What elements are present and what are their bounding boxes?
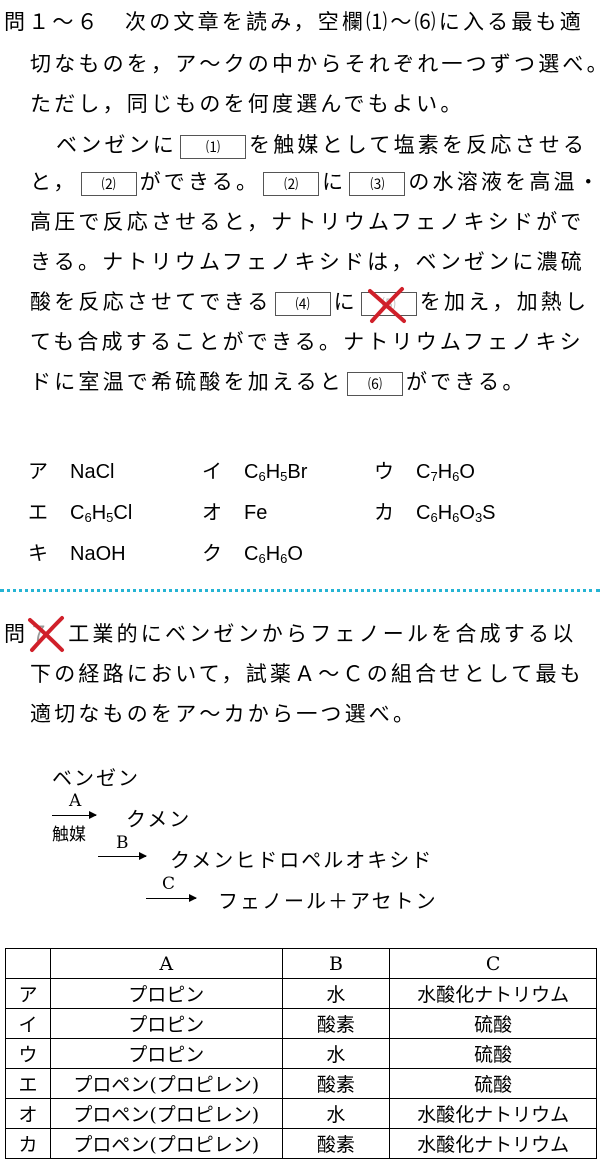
choice-item: ウ C7H6O xyxy=(374,455,475,484)
passage-line-1: ベンゼンに ⑴ を触媒として塩素を反応させる xyxy=(56,133,588,159)
choice-formula: NaCl xyxy=(70,461,115,483)
choice-key: ア xyxy=(28,459,48,483)
answer-table: A B C アプロピン水水酸化ナトリウムイプロピン 酸素 硫酸ウプロピン水硫酸エプロペン(… xyxy=(5,948,597,1159)
choice-formula: C6H5Br xyxy=(244,461,308,484)
passage-line-4: きる。ナトリウムフェノキシドは，ベンゼンに濃硫 xyxy=(30,250,585,274)
choice-item: ク C6H6O xyxy=(202,537,303,566)
passage-line-2: と， ⑵ ができる。 ⑵ に ⑶ の水溶液を高温・ xyxy=(30,170,600,196)
table-row: カプロペン(プロピレン) 酸素 水酸化ナトリウム xyxy=(5,1128,597,1159)
q1-line-2: 切なものを，ア～クの中からそれぞれ一つずつ選べ。 xyxy=(30,52,600,76)
table-header-cell: A xyxy=(49,948,283,979)
choice-key: オ xyxy=(202,500,222,524)
catalyst-label: 触媒 xyxy=(52,825,86,845)
reagent-a-label: A xyxy=(69,791,82,811)
arrow-a xyxy=(52,811,97,819)
blank-1[interactable]: ⑴ xyxy=(180,134,246,159)
arrow-c xyxy=(146,894,197,902)
scheme-cumene: クメン xyxy=(126,807,192,831)
table-cell: 水 xyxy=(281,1038,391,1069)
table-cell: プロピン xyxy=(49,1038,283,1069)
choice-formula: C6H5Cl xyxy=(70,502,133,525)
blank-5[interactable]: ⑸ xyxy=(360,286,417,323)
table-cell: 硫酸 xyxy=(389,1038,597,1069)
blank-4[interactable]: ⑷ xyxy=(274,291,331,316)
choice-item: イ C6H5Br xyxy=(202,455,307,484)
table-cell: プロピン xyxy=(49,1008,283,1039)
passage-line-3: 高圧で反応させると，ナトリウムフェノキシドがで xyxy=(30,210,585,234)
q1-line-3: ただし，同じものを何度選んでもよい。 xyxy=(30,92,465,116)
passage-line-7: ドに室温で希硫酸を加えると ⑹ ができる。 xyxy=(30,370,527,396)
table-cell: 硫酸 xyxy=(389,1068,597,1099)
q2-line-2: 下の経路において，試薬Ａ～Ｃの組合せとして最も xyxy=(30,662,584,686)
table-header-cell: C xyxy=(389,948,597,979)
table-cell: プロペン(プロピレン) xyxy=(49,1128,283,1159)
red-cross-mark-icon xyxy=(28,616,65,652)
q2-number-crossed: ７ xyxy=(28,616,65,652)
table-cell: 水酸化ナトリウム xyxy=(389,1098,597,1129)
choice-key: イ xyxy=(202,459,222,483)
blank-3[interactable]: ⑶ xyxy=(349,171,406,196)
table-cell: 水酸化ナトリウム xyxy=(389,978,597,1009)
table-row: エプロペン(プロピレン) 酸素 硫酸 xyxy=(5,1068,597,1099)
choice-item: キ NaOH xyxy=(28,537,126,566)
blank-2-repeat[interactable]: ⑵ xyxy=(263,171,320,196)
q1-line-1: 問１～６ 次の文章を読み，空欄⑴～⑹に入る最も適 xyxy=(4,10,584,34)
scheme-hydroperoxide: クメンヒドロペルオキシド xyxy=(170,848,434,872)
q2-line-3: 適切なものをア～カから一つ選べ。 xyxy=(30,702,418,726)
table-header-cell: B xyxy=(281,948,391,979)
choice-formula: NaOH xyxy=(70,543,126,565)
reagent-b-label: B xyxy=(116,833,129,853)
choice-formula: C7H6O xyxy=(416,461,475,484)
passage-line-6: ても合成することができる。ナトリウムフェノキシ xyxy=(30,330,584,354)
option-key-cell: イ xyxy=(5,1008,51,1039)
table-cell: プロペン(プロピレン) xyxy=(49,1098,283,1129)
choice-item: カ C6H6O3S xyxy=(374,496,496,525)
table-header-row: ABC xyxy=(5,948,597,979)
table-cell: 水 xyxy=(281,1098,391,1129)
blank-2[interactable]: ⑵ xyxy=(80,171,137,196)
blank-6[interactable]: ⑹ xyxy=(346,371,403,396)
choice-key: ウ xyxy=(374,459,394,483)
table-cell: 水 xyxy=(281,978,391,1009)
choice-item: エ C6H5Cl xyxy=(28,496,132,525)
table-cell: 酸素 xyxy=(281,1128,391,1159)
arrow-b xyxy=(98,852,147,860)
table-cell: 硫酸 xyxy=(389,1008,597,1039)
option-key-cell: エ xyxy=(5,1068,51,1099)
option-key-cell: オ xyxy=(5,1098,51,1129)
choice-formula: C6H6O xyxy=(244,543,303,566)
table-row: イプロピン 酸素 硫酸 xyxy=(5,1008,597,1039)
choice-key: エ xyxy=(28,500,48,524)
choice-formula: Fe xyxy=(244,502,268,524)
choice-item: オ Fe xyxy=(202,496,267,525)
table-cell: 水酸化ナトリウム xyxy=(389,1128,597,1159)
reagent-c-label: C xyxy=(162,874,176,894)
q2-line-1: 問７ 工業的にベンゼンからフェノールを合成する以 xyxy=(4,616,576,652)
choice-key: キ xyxy=(28,541,48,565)
table-cell: プロペン(プロピレン) xyxy=(49,1068,283,1099)
table-cell: 酸素 xyxy=(281,1068,391,1099)
section-divider xyxy=(0,589,600,592)
option-key-cell: カ xyxy=(5,1128,51,1159)
scheme-products: フェノール＋アセトン xyxy=(218,889,438,913)
choice-key: ク xyxy=(202,541,222,565)
table-row: アプロピン水水酸化ナトリウム xyxy=(5,978,597,1009)
table-row: オプロペン(プロピレン) 水水酸化ナトリウム xyxy=(5,1098,597,1129)
choice-item: ア NaCl xyxy=(28,455,114,484)
table-header-cell xyxy=(5,948,51,979)
red-cross-mark-icon xyxy=(367,286,406,323)
passage-line-5: 酸を反応させてできる ⑷ に ⑸ を加え，加熱し xyxy=(30,286,589,323)
option-key-cell: ア xyxy=(5,978,51,1009)
q2-label: 問 xyxy=(4,622,29,646)
scheme-benzene: ベンゼン xyxy=(52,766,140,790)
choice-key: カ xyxy=(374,500,394,524)
table-cell: プロピン xyxy=(49,978,283,1009)
table-cell: 酸素 xyxy=(281,1008,391,1039)
choice-formula: C6H6O3S xyxy=(416,502,496,525)
option-key-cell: ウ xyxy=(5,1038,51,1069)
table-row: ウプロピン水硫酸 xyxy=(5,1038,597,1069)
